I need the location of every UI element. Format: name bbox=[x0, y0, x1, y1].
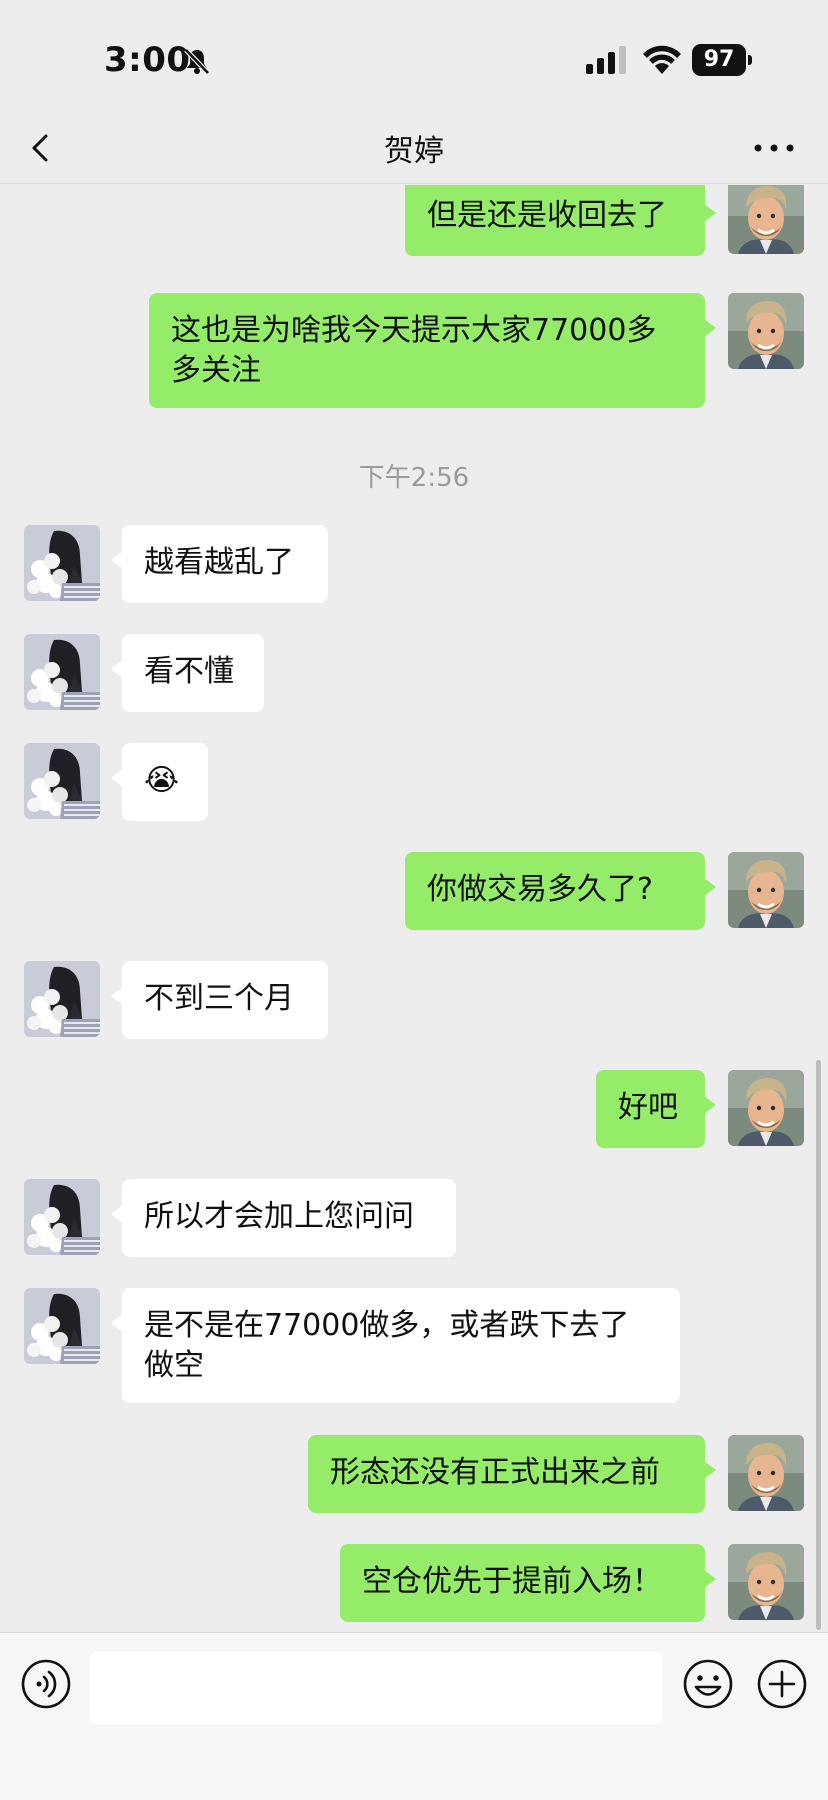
signal-icon bbox=[586, 46, 626, 74]
message-bubble[interactable]: 形态还没有正式出来之前 bbox=[308, 1435, 716, 1513]
message-bubble[interactable]: 所以才会加上您问问 bbox=[111, 1179, 456, 1257]
message-bubble[interactable]: 看不懂 bbox=[111, 634, 264, 712]
avatar[interactable] bbox=[24, 1288, 100, 1364]
message-timestamp: 下午2:56 bbox=[358, 463, 470, 493]
message-bubble[interactable]: 你做交易多久了? bbox=[405, 852, 716, 930]
more-icon[interactable] bbox=[752, 140, 796, 156]
status-bar: 3:00 97 bbox=[0, 0, 828, 118]
message-bubble[interactable]: 空仓优先于提前入场！ bbox=[340, 1544, 716, 1622]
avatar[interactable] bbox=[24, 634, 100, 710]
avatar[interactable] bbox=[24, 525, 100, 601]
avatar[interactable] bbox=[728, 185, 804, 254]
battery-indicator: 97 bbox=[692, 44, 752, 76]
message-bubble[interactable]: 但是还是收回去了 bbox=[405, 185, 716, 256]
bell-off-icon bbox=[184, 48, 210, 75]
voice-icon[interactable] bbox=[20, 1658, 72, 1710]
scrollbar[interactable] bbox=[816, 1060, 821, 1630]
chat-header: 贺婷 bbox=[0, 112, 828, 184]
avatar[interactable] bbox=[24, 1179, 100, 1255]
input-bar bbox=[0, 1632, 828, 1800]
avatar[interactable] bbox=[728, 1435, 804, 1511]
message-list[interactable]: 但是还是收回去了 这也是为啥我今天提示大家77000多多关注 下午2:56 越看… bbox=[0, 185, 828, 1630]
message-bubble[interactable]: 不到三个月 bbox=[111, 961, 328, 1039]
avatar[interactable] bbox=[728, 852, 804, 928]
message-bubble[interactable]: 越看越乱了 bbox=[111, 525, 328, 603]
message-input[interactable] bbox=[90, 1651, 662, 1725]
emoji-icon[interactable] bbox=[682, 1658, 734, 1710]
message-bubble[interactable]: 😭 bbox=[111, 743, 208, 821]
avatar[interactable] bbox=[24, 743, 100, 819]
message-bubble[interactable]: 好吧 bbox=[596, 1070, 716, 1148]
message-bubble[interactable]: 是不是在77000做多，或者跌下去了做空 bbox=[111, 1288, 680, 1403]
avatar[interactable] bbox=[728, 293, 804, 369]
avatar[interactable] bbox=[728, 1070, 804, 1146]
plus-icon[interactable] bbox=[756, 1658, 808, 1710]
status-time: 3:00 bbox=[104, 40, 191, 80]
avatar[interactable] bbox=[24, 961, 100, 1037]
message-bubble[interactable]: 这也是为啥我今天提示大家77000多多关注 bbox=[149, 293, 716, 408]
avatar[interactable] bbox=[728, 1544, 804, 1620]
wifi-icon bbox=[643, 45, 681, 74]
page-title: 贺婷 bbox=[384, 134, 444, 169]
